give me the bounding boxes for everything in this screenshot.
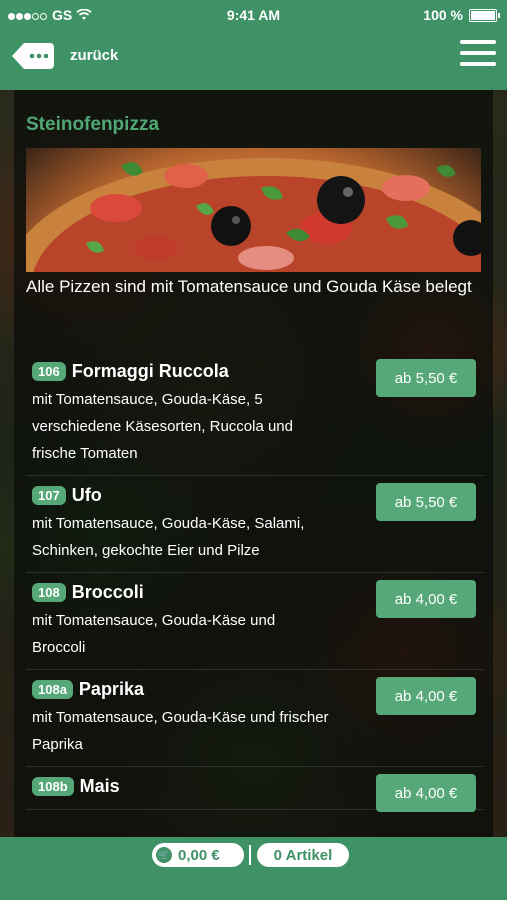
item-number-badge: 107 (32, 485, 66, 505)
section-title: Steinofenpizza (26, 114, 160, 135)
menu-item[interactable]: 108a Paprika mit Tomatensauce, Gouda-Käs… (26, 670, 484, 767)
hamburger-line (460, 51, 496, 55)
back-button[interactable] (12, 41, 54, 71)
battery-icon (469, 8, 500, 22)
cart-total: 0,00 € (178, 846, 220, 864)
menu-button[interactable] (460, 40, 496, 70)
price-button[interactable]: ab 4,00 € (376, 677, 476, 715)
pizza-image (26, 148, 481, 272)
menu-list: 106 Formaggi Ruccola mit Tomatensauce, G… (26, 352, 484, 812)
cart-bar: 🛒 0,00 € 0 Artikel (0, 837, 507, 900)
item-number-badge: 108a (32, 679, 73, 699)
price-button[interactable]: ab 4,00 € (376, 580, 476, 618)
item-number-badge: 108 (32, 582, 66, 602)
back-label[interactable]: zurück (70, 47, 118, 64)
item-name: Formaggi Ruccola (71, 360, 229, 381)
item-description: mit Tomatensauce, Gouda-Käse, 5 verschie… (32, 391, 293, 462)
menu-item[interactable]: 108 Broccoli mit Tomatensauce, Gouda-Käs… (26, 573, 484, 670)
cart-icon: 🛒 (156, 847, 172, 863)
hamburger-icon (460, 40, 496, 44)
price-button[interactable]: ab 4,00 € (376, 774, 476, 812)
pizza-illustration (26, 158, 481, 272)
battery-percent: 100 % (423, 7, 463, 23)
item-name: Ufo (71, 484, 102, 505)
item-number-badge: 108b (32, 776, 74, 796)
item-name: Mais (79, 775, 120, 796)
item-description: mit Tomatensauce, Gouda-Käse, Salami, Sc… (32, 515, 305, 559)
app-header: GS 9:41 AM 100 % zurück (0, 0, 507, 90)
section-intro: Alle Pizzen sind mit Tomatensauce und Go… (26, 277, 472, 296)
price-button[interactable]: ab 5,50 € (376, 483, 476, 521)
cart-count-button[interactable]: 0 Artikel (257, 843, 349, 867)
menu-item[interactable]: 108b Mais ab 4,00 € (26, 767, 484, 812)
item-description: mit Tomatensauce, Gouda-Käse und frische… (32, 709, 329, 753)
cart-total-button[interactable]: 🛒 0,00 € (152, 843, 244, 867)
cart-divider (249, 845, 251, 865)
cart-count: 0 Artikel (273, 846, 333, 864)
back-arrow-icon (12, 43, 54, 69)
menu-item[interactable]: 107 Ufo mit Tomatensauce, Gouda-Käse, Sa… (26, 476, 484, 573)
battery-info: 100 % (423, 7, 500, 23)
price-button[interactable]: ab 5,50 € (376, 359, 476, 397)
status-bar: GS 9:41 AM 100 % (0, 0, 507, 30)
item-name: Broccoli (71, 581, 144, 602)
item-description: mit Tomatensauce, Gouda-Käse und Broccol… (32, 612, 276, 656)
item-number-badge: 106 (32, 361, 66, 381)
menu-item[interactable]: 106 Formaggi Ruccola mit Tomatensauce, G… (26, 352, 484, 476)
hamburger-line (460, 62, 496, 66)
item-name: Paprika (78, 678, 144, 699)
